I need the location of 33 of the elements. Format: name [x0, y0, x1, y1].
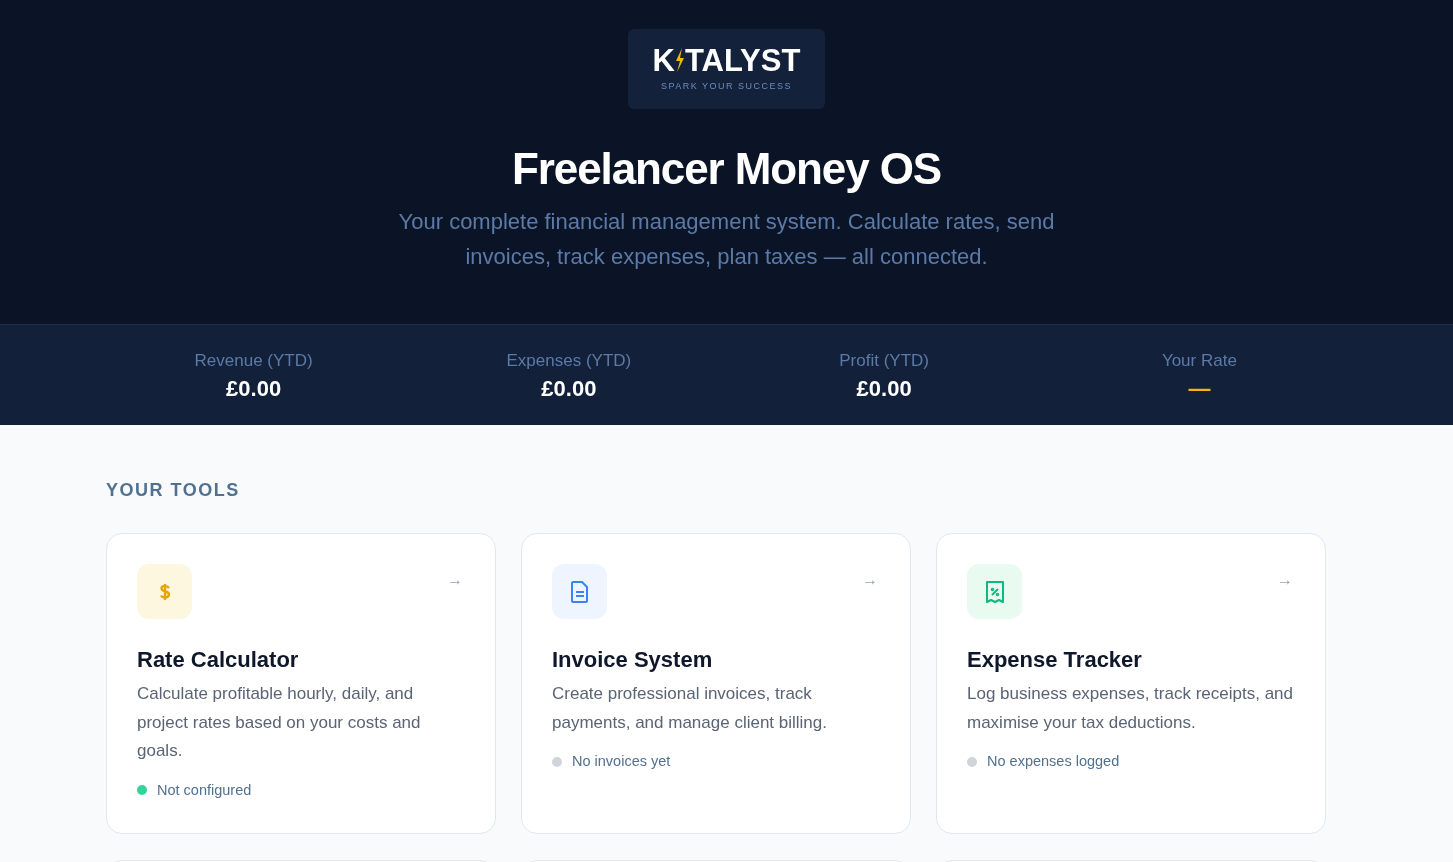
card-title: Expense Tracker: [967, 646, 1143, 674]
tool-card[interactable]: → Expense Tracker Log business expenses, track receipts, and maximise your tax deductions. No expenses logged: [936, 533, 1326, 834]
logo-text: TALYST: [685, 44, 801, 76]
card-title: Invoice System: [552, 646, 714, 674]
page-title: Freelancer Money OS: [511, 143, 942, 195]
stat-value: £0.00: [856, 374, 912, 403]
stat-value: £0.00: [541, 374, 597, 403]
card-title: Rate Calculator: [137, 646, 300, 674]
section-title: YOUR TOOLS: [106, 479, 241, 502]
status-text: No invoices yet: [572, 752, 671, 771]
stat-label: Revenue (YTD): [194, 350, 313, 372]
arrow-icon: →: [447, 572, 463, 588]
tool-card[interactable]: → Invoice System Create professional invoices, track payments, and manage client billing. No invoices yet: [521, 533, 911, 834]
tool-card[interactable]: → Rate Calculator Calculate profitable hourly, daily, and project rates based on your costs and goals. Not configured: [106, 533, 496, 834]
stat-value: —: [1188, 374, 1211, 403]
lightning-icon: [675, 48, 685, 73]
status-text: No expenses logged: [987, 752, 1120, 771]
page-subtitle: Your complete financial management system. Calculate rates, send invoices, track expenses, plan taxes — all connected.: [397, 208, 1056, 271]
card-description: Calculate profitable hourly, daily, and project rates based on your costs and goals.: [137, 683, 422, 762]
dollar-icon: [137, 564, 192, 619]
card-description: Create professional invoices, track payments, and manage client billing.: [552, 683, 828, 734]
status-text: Not configured: [157, 780, 252, 800]
document-icon: [552, 564, 607, 619]
receipt-icon: [967, 564, 1022, 619]
stat-value: £0.00: [226, 374, 282, 403]
arrow-icon: →: [1277, 572, 1293, 588]
logo-text: K: [652, 44, 675, 76]
stat-label: Profit (YTD): [839, 350, 929, 372]
card-description: Log business expenses, track receipts, and maximise your tax deductions.: [967, 683, 1295, 734]
logo-tagline: SPARK YOUR SUCCESS: [660, 79, 793, 93]
arrow-icon: →: [862, 572, 878, 588]
stat-label: Your Rate: [1161, 350, 1237, 372]
stat-label: Expenses (YTD): [506, 350, 632, 372]
